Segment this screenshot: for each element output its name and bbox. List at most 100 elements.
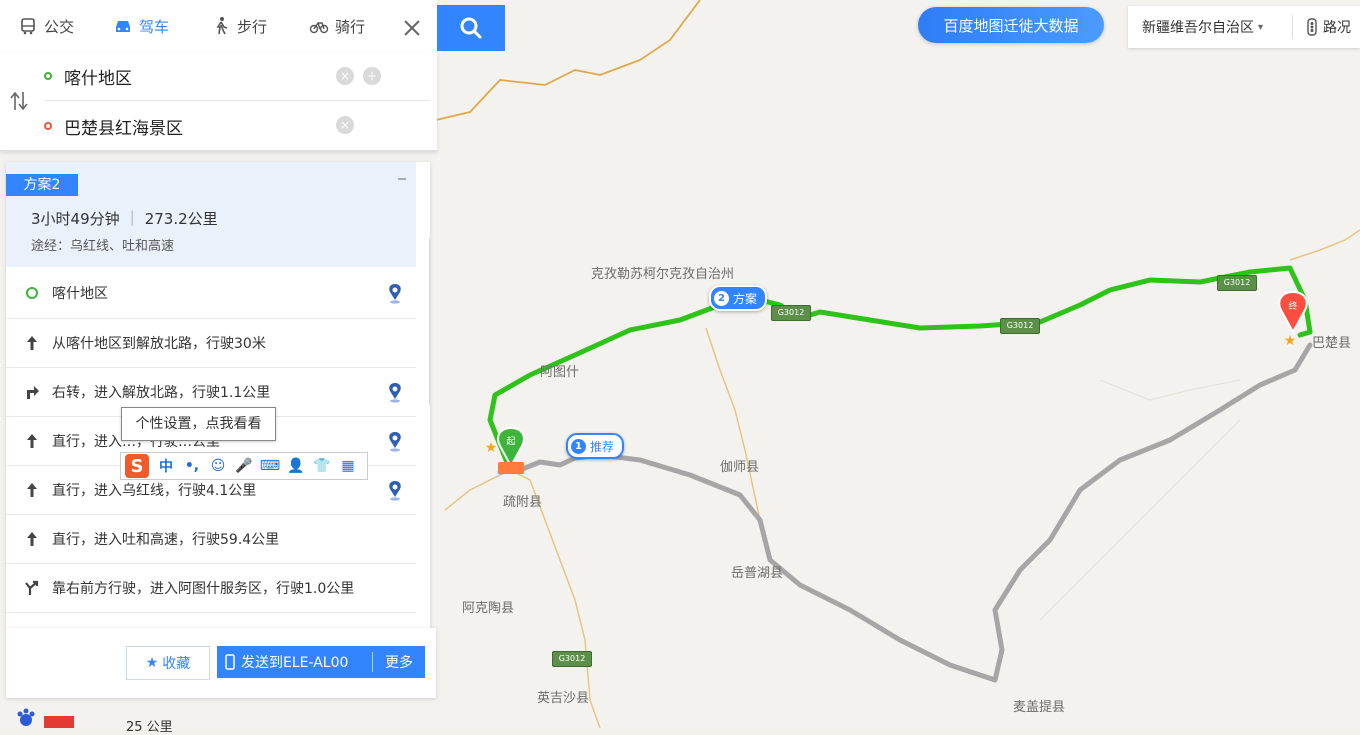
plan-tag: 方案2 <box>6 174 78 196</box>
bike-icon <box>309 22 329 34</box>
route-step[interactable]: 靠右前方行驶，进入阿图什服务区，行驶1.0公里 <box>6 563 416 612</box>
traffic-toggle[interactable]: 路况 <box>1293 17 1351 37</box>
label-yingjisha: 英吉沙县 <box>537 691 590 706</box>
plan-via: 途经：乌红线、吐和高速 <box>31 239 175 254</box>
step-text: 直行，进入乌红线，行驶4.1公里 <box>52 483 257 499</box>
end-marker-label: 终 <box>1288 300 1297 312</box>
label-yuepuhu: 岳普湖县 <box>731 566 784 581</box>
arrow-up-icon <box>22 529 42 549</box>
plan1-number: 1 <box>571 438 586 454</box>
clear-origin-icon[interactable]: × <box>336 67 354 85</box>
search-button[interactable] <box>437 5 505 51</box>
plan-distance: 273.2公里 <box>144 210 218 228</box>
label-aketao: 阿克陶县 <box>462 601 515 616</box>
tooltip: 个性设置，点我看看 <box>121 407 276 441</box>
route-panel: 方案2 3小时49分钟 | 273.2公里 途经：乌红线、吐和高速 喀什地区 从… <box>6 162 430 628</box>
destination-row[interactable]: 巴楚县红海景区 <box>44 106 424 146</box>
bus-icon <box>21 18 35 35</box>
road-shield: G3012 <box>771 305 811 321</box>
label-jiashi: 伽师县 <box>720 460 760 475</box>
plan2-label: 方案 <box>733 291 758 306</box>
tab-bus-label: 公交 <box>44 17 75 36</box>
ime-toolbox-icon[interactable]: ▦ <box>339 457 357 475</box>
start-dot-icon <box>22 283 42 303</box>
step-text: 喀什地区 <box>52 286 108 302</box>
route-footer: ★ 收藏 发送到ELE-AL00 更多 <box>6 628 436 698</box>
ime-skin-icon[interactable]: 👕 <box>313 457 331 475</box>
map-scale: 25 公里 <box>126 720 173 735</box>
destination-dot-icon <box>44 122 52 130</box>
route-input-box: 喀什地区 × + 巴楚县红海景区 × <box>0 52 437 151</box>
label-maigaiti: 麦盖提县 <box>1013 700 1066 715</box>
tab-bike[interactable]: 骑行 <box>309 0 365 52</box>
arrow-up-icon <box>22 431 42 451</box>
tab-bus[interactable]: 公交 <box>18 0 74 52</box>
tab-walk[interactable]: 步行 <box>211 0 267 52</box>
route-step[interactable]: 从喀什地区到解放北路，行驶30米 <box>6 318 416 367</box>
origin-dot-icon <box>44 72 52 80</box>
ime-chinese-toggle[interactable]: 中 <box>157 457 175 475</box>
location-pin-icon[interactable] <box>386 382 404 404</box>
search-icon <box>460 17 482 39</box>
step-text: 从喀什地区到解放北路，行驶30米 <box>52 336 266 352</box>
traffic-label: 路况 <box>1323 20 1351 36</box>
collapse-icon[interactable] <box>398 178 406 180</box>
more-button[interactable]: 更多 <box>373 652 425 672</box>
road-shield: G3012 <box>552 651 592 667</box>
ime-voice-icon[interactable]: 🎤 <box>235 457 253 475</box>
tab-walk-label: 步行 <box>237 17 268 36</box>
tab-bike-label: 骑行 <box>335 17 366 36</box>
car-icon <box>116 21 130 32</box>
route-plan1-marker[interactable]: 1 推荐 <box>566 433 625 459</box>
plan-header[interactable]: 方案2 3小时49分钟 | 273.2公里 途经：乌红线、吐和高速 <box>6 162 416 267</box>
phone-icon <box>225 654 235 670</box>
origin-input[interactable]: 喀什地区 <box>64 64 132 89</box>
plan2-number: 2 <box>714 290 729 306</box>
route-step[interactable]: 直行，进入吐和高速，行驶59.4公里 <box>6 514 416 563</box>
location-pin-icon[interactable] <box>386 283 404 305</box>
plan-summary: 3小时49分钟 | 273.2公里 <box>31 208 218 229</box>
top-right-toolbar: 新疆维吾尔自治区 ▾ 路况 <box>1128 6 1360 48</box>
route-plan2-marker[interactable]: 2 方案 <box>709 285 768 311</box>
label-shufu: 疏附县 <box>503 495 543 510</box>
favorite-label: 收藏 <box>162 656 191 672</box>
ime-emoji-icon[interactable]: ☺ <box>209 457 227 475</box>
turn-right-icon <box>22 382 42 402</box>
route-step[interactable] <box>6 612 416 628</box>
destination-input[interactable]: 巴楚县红海景区 <box>64 114 183 139</box>
walk-icon <box>216 17 228 35</box>
tab-car[interactable]: 驾车 <box>113 0 169 52</box>
region-selector[interactable]: 新疆维吾尔自治区 ▾ <box>1128 17 1292 37</box>
step-text: 直行，进入吐和高速，行驶59.4公里 <box>52 532 280 548</box>
ime-user-icon[interactable]: 👤 <box>287 457 305 475</box>
migration-banner[interactable]: 百度地图迁徙大数据 <box>918 7 1104 43</box>
label-bachu: 巴楚县 <box>1312 336 1352 351</box>
start-poi-icon <box>498 462 524 474</box>
panel-scrollbar[interactable] <box>429 237 430 407</box>
summary-separator: | <box>129 208 135 226</box>
chevron-down-icon: ▾ <box>1258 21 1264 33</box>
send-to-phone-button[interactable]: 发送到ELE-AL00 更多 <box>217 646 425 678</box>
route-step[interactable]: 喀什地区 <box>6 269 416 317</box>
tab-car-label: 驾车 <box>139 17 170 36</box>
plan-duration: 3小时49分钟 <box>31 210 120 228</box>
ime-keyboard-icon[interactable]: ⌨ <box>260 457 280 475</box>
end-star-icon: ★ <box>1284 333 1297 349</box>
input-divider <box>44 100 430 101</box>
arrow-up-icon <box>22 333 42 353</box>
clear-destination-icon[interactable]: × <box>336 116 354 134</box>
start-star-icon: ★ <box>485 440 498 456</box>
location-pin-icon[interactable] <box>386 431 404 453</box>
favorite-button[interactable]: ★ 收藏 <box>126 646 210 680</box>
close-icon[interactable] <box>396 12 428 44</box>
send-label-wrap: 发送到ELE-AL00 <box>217 652 372 672</box>
road-shield: G3012 <box>1217 275 1257 291</box>
swap-icon[interactable] <box>9 90 29 112</box>
plan1-label: 推荐 <box>590 439 615 454</box>
ime-punctuation-icon[interactable]: •, <box>183 457 201 475</box>
location-pin-icon[interactable] <box>386 480 404 502</box>
traffic-light-icon <box>1307 18 1317 36</box>
add-waypoint-icon[interactable]: + <box>363 67 381 85</box>
ime-toolbar[interactable]: S 中 •, ☺ 🎤 ⌨ 👤 👕 ▦ <box>120 452 368 480</box>
sogou-logo-icon[interactable]: S <box>125 454 149 478</box>
